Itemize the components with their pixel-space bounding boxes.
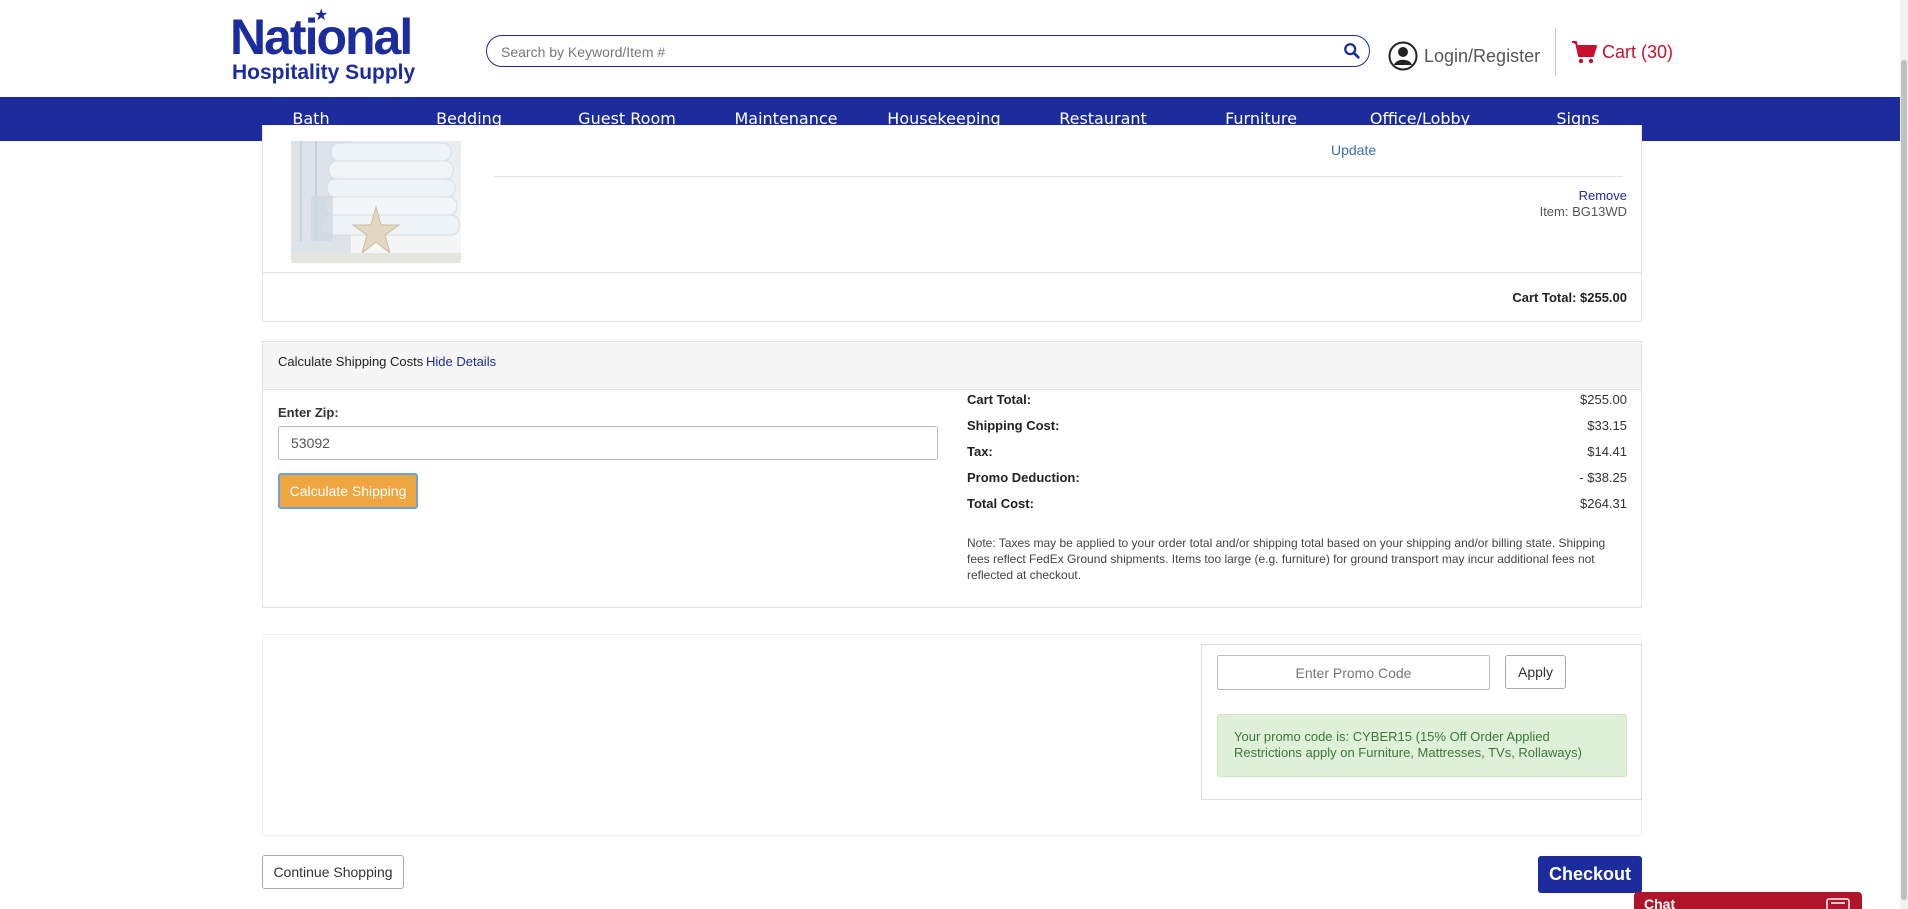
cost-value: $33.15 [1587,418,1627,433]
search-input[interactable] [499,36,1323,67]
promo-applied-message: Your promo code is: CYBER15 (15% Off Ord… [1217,714,1627,777]
promo-message-line: Restrictions apply on Furniture, Mattres… [1234,745,1582,760]
chat-widget-tab[interactable]: Chat [1634,892,1862,909]
cost-row-total: Total Cost: $264.31 [967,496,1627,516]
cost-label: Shipping Cost: [967,418,1060,433]
logo-text-national: National [230,9,413,65]
cost-value: - $38.25 [1579,470,1627,485]
cost-value: $264.31 [1580,496,1627,511]
calculate-shipping-button[interactable]: Calculate Shipping [278,473,418,509]
shipping-calculator-panel: Calculate Shipping Costs Hide Details En… [262,341,1642,608]
logo-text-hospitality-supply: Hospitality Supply [232,61,416,84]
chat-bubble-icon [1826,898,1850,909]
cost-label: Total Cost: [967,496,1034,511]
update-quantity-link[interactable]: Update [1331,142,1376,158]
zip-input[interactable] [278,426,938,460]
zip-label: Enter Zip: [278,405,339,420]
cost-value: $255.00 [1580,392,1627,407]
cart-count-label: Cart (30) [1602,41,1674,62]
chat-label: Chat [1644,896,1676,909]
cart-total-divider [263,272,1641,273]
product-image-towels[interactable] [291,141,461,263]
page-scrollbar[interactable] [1900,0,1908,909]
cost-value: $14.41 [1587,444,1627,459]
login-register-link[interactable]: Login/Register [1388,40,1540,72]
cost-row-cart-total: Cart Total: $255.00 [967,392,1627,412]
shipping-panel-header: Calculate Shipping Costs Hide Details [263,342,1641,390]
promo-code-box: Apply Your promo code is: CYBER15 (15% O… [1201,644,1642,800]
site-logo[interactable]: ★ National Hospitality Supply [230,8,430,86]
shipping-note: Note: Taxes may be applied to your order… [967,536,1606,582]
cost-row-tax: Tax: $14.41 [967,444,1627,464]
apply-promo-button[interactable]: Apply [1505,655,1566,689]
site-header: ★ National Hospitality Supply Login/Regi… [0,0,1908,97]
cost-label: Cart Total: [967,392,1032,407]
item-divider [493,176,1623,177]
search-icon[interactable] [1343,42,1361,60]
cost-label: Promo Deduction: [967,470,1080,485]
hide-details-link[interactable]: Hide Details [426,354,496,369]
search-bar [486,35,1370,67]
cost-row-promo-deduction: Promo Deduction: - $38.25 [967,470,1627,490]
cart-icon [1572,41,1597,64]
continue-shopping-button[interactable]: Continue Shopping [262,855,404,889]
remove-item-link[interactable]: Remove [1579,188,1627,203]
item-code: Item: BG13WD [1539,204,1627,219]
header-divider [1555,28,1556,76]
login-register-label: Login/Register [1424,45,1541,66]
user-icon [1388,41,1418,71]
scrollbar-thumb[interactable] [1901,60,1907,900]
cart-item-panel: Update Remove Item: BG13WD Cart Total: $… [262,125,1642,322]
checkout-button[interactable]: Checkout [1538,856,1642,893]
cart-total-summary: Cart Total: $255.00 [1512,290,1627,305]
promo-code-input[interactable] [1217,655,1490,690]
cart-link[interactable]: Cart (30) [1570,38,1673,66]
cost-row-shipping: Shipping Cost: $33.15 [967,418,1627,438]
promo-message-line: Your promo code is: CYBER15 (15% Off Ord… [1234,729,1550,744]
shipping-panel-title: Calculate Shipping Costs [278,354,424,369]
cost-label: Tax: [967,444,993,459]
